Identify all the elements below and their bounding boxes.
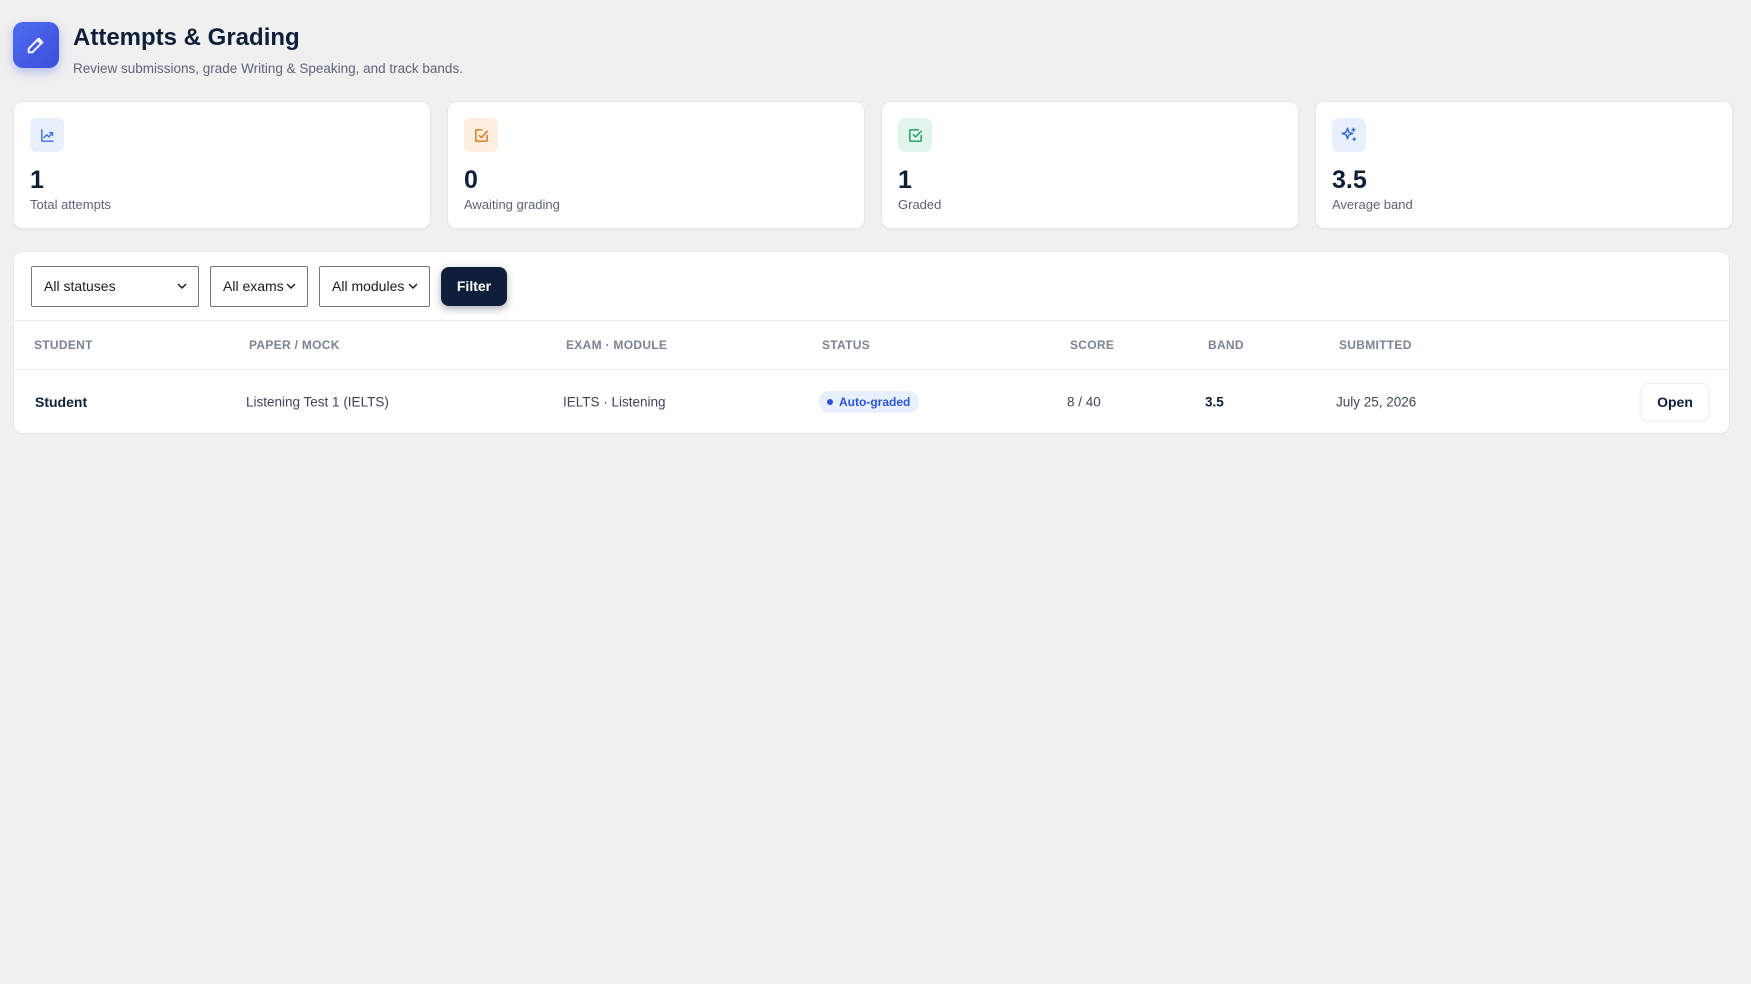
chevron-down-icon <box>286 283 296 289</box>
cell-band: 3.5 <box>1205 394 1224 409</box>
status-badge: Auto-graded <box>819 390 920 413</box>
column-header-band: BAND <box>1208 338 1244 352</box>
status-select[interactable]: All statuses <box>31 265 199 307</box>
edit-box-icon <box>464 118 498 152</box>
page-header: Attempts & Grading Review submissions, g… <box>13 22 463 76</box>
exam-select-value: All exams <box>223 278 284 294</box>
column-header-paper: PAPER / MOCK <box>249 338 340 352</box>
status-badge-label: Auto-graded <box>839 394 911 409</box>
module-select-value: All modules <box>332 278 405 294</box>
column-header-status: STATUS <box>822 338 871 352</box>
stat-value: 3.5 <box>1332 166 1367 194</box>
stat-label: Awaiting grading <box>464 197 560 212</box>
stat-card-awaiting-grading: 0 Awaiting grading <box>447 101 865 229</box>
sparkle-icon <box>1332 118 1366 152</box>
cell-submitted: July 25, 2026 <box>1336 394 1417 409</box>
column-header-exam-module: EXAM · MODULE <box>566 338 668 352</box>
column-header-submitted: SUBMITTED <box>1339 338 1412 352</box>
stat-label: Graded <box>898 197 942 212</box>
table-header: STUDENT PAPER / MOCK EXAM · MODULE STATU… <box>14 320 1729 370</box>
cell-paper: Listening Test 1 (IELTS) <box>246 394 389 409</box>
status-dot-icon <box>827 398 833 405</box>
stat-card-graded: 1 Graded <box>881 101 1299 229</box>
column-header-score: SCORE <box>1070 338 1115 352</box>
table-row: Student Listening Test 1 (IELTS) IELTS ·… <box>14 370 1729 433</box>
cell-student: Student <box>35 393 88 410</box>
stat-label: Average band <box>1332 197 1413 212</box>
stat-label: Total attempts <box>30 197 111 212</box>
check-box-icon <box>898 118 932 152</box>
page-subtitle: Review submissions, grade Writing & Spea… <box>73 61 463 76</box>
cell-status: Auto-graded <box>819 390 920 413</box>
stat-value: 1 <box>898 166 912 194</box>
stats-row: 1 Total attempts 0 Awaiting grading 1 Gr… <box>13 101 1733 229</box>
filter-bar: All statuses All exams All modules Filte… <box>14 252 1729 320</box>
page-title: Attempts & Grading <box>73 24 300 51</box>
status-select-value: All statuses <box>44 278 116 294</box>
chevron-down-icon <box>408 283 418 289</box>
cell-exam-module: IELTS · Listening <box>563 394 666 409</box>
stat-value: 0 <box>464 166 478 194</box>
column-header-student: STUDENT <box>34 338 93 352</box>
stat-value: 1 <box>30 166 44 194</box>
open-attempt-button[interactable]: Open <box>1641 382 1709 421</box>
exam-select[interactable]: All exams <box>210 265 308 307</box>
trend-chart-icon <box>30 118 64 152</box>
attempts-panel: All statuses All exams All modules Filte… <box>13 251 1730 434</box>
stat-card-average-band: 3.5 Average band <box>1315 101 1733 229</box>
module-select[interactable]: All modules <box>319 265 430 307</box>
pencil-icon <box>13 22 59 68</box>
cell-score: 8 / 40 <box>1067 394 1101 409</box>
filter-button[interactable]: Filter <box>441 266 507 306</box>
chevron-down-icon <box>177 283 187 289</box>
stat-card-total-attempts: 1 Total attempts <box>13 101 431 229</box>
